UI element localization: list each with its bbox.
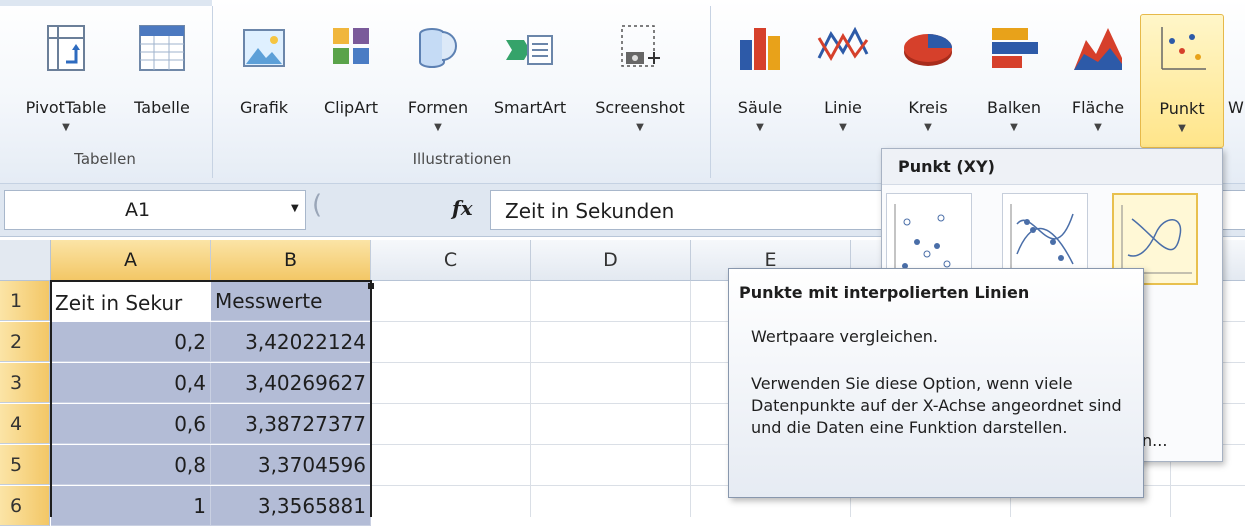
flaeche-button[interactable]: Fläche ▼	[1058, 14, 1138, 146]
linie-label: Linie	[824, 98, 862, 117]
name-box-value: A1	[125, 199, 151, 221]
column-header-b[interactable]: B	[211, 240, 371, 281]
chevron-down-icon: ▼	[1010, 122, 1018, 133]
smartart-button[interactable]: SmartArt	[482, 14, 578, 146]
formen-button[interactable]: Formen ▼	[396, 14, 480, 146]
clipart-button[interactable]: ClipArt	[308, 14, 394, 146]
linie-button[interactable]: Linie ▼	[804, 14, 882, 146]
group-label-tabellen: Tabellen	[74, 150, 136, 168]
fx-icon[interactable]: fx	[452, 196, 473, 220]
row-header-3[interactable]: 3	[0, 363, 50, 403]
chevron-down-icon: ▼	[62, 122, 70, 133]
row-header-5[interactable]: 5	[0, 445, 50, 485]
saeule-label: Säule	[737, 98, 783, 117]
grafik-label: Grafik	[239, 98, 289, 117]
pivottable-icon	[47, 25, 85, 71]
chevron-down-icon: ▼	[756, 122, 764, 133]
picture-icon	[243, 29, 285, 67]
smartart-icon	[506, 35, 553, 65]
chevron-down-icon: ▼	[636, 122, 644, 133]
column-header-d[interactable]: D	[531, 240, 691, 281]
chevron-down-icon: ▼	[1094, 122, 1102, 133]
tooltip-description: Verwenden Sie diese Option, wenn viele D…	[751, 374, 1122, 437]
flaeche-label: Fläche	[1071, 98, 1125, 117]
punkt-label: Punkt	[1159, 99, 1205, 118]
kreis-button[interactable]: Kreis ▼	[886, 14, 970, 146]
column-chart-icon	[740, 28, 780, 70]
table-icon	[139, 25, 185, 71]
shapes-icon	[419, 28, 457, 68]
tooltip-title: Punkte mit interpolierten Linien	[739, 283, 1030, 302]
formula-content: Zeit in Sekunden	[505, 199, 675, 223]
chevron-down-icon: ▼	[924, 122, 932, 133]
tooltip: Punkte mit interpolierten Linien Wertpaa…	[728, 268, 1144, 498]
selection-border	[50, 280, 372, 517]
ribbon-top-edge	[0, 0, 212, 6]
screenshot-button[interactable]: Screenshot ▼	[580, 14, 700, 146]
screenshot-icon	[621, 25, 660, 67]
group-separator	[710, 6, 711, 178]
tabelle-button[interactable]: Tabelle	[126, 14, 198, 146]
screenshot-label: Screenshot	[595, 98, 685, 117]
smartart-label: SmartArt	[493, 98, 567, 117]
fill-handle[interactable]	[368, 283, 374, 289]
chevron-down-icon: ▼	[434, 122, 442, 133]
row-header-2[interactable]: 2	[0, 322, 50, 362]
bar-chart-icon	[992, 28, 1038, 68]
clipart-icon	[333, 28, 369, 64]
line-chart-icon	[817, 26, 869, 62]
more-scatter-charts-link[interactable]: n...	[1142, 431, 1167, 450]
column-header-c[interactable]: C	[371, 240, 531, 281]
scatter-chart-icon	[1161, 27, 1206, 70]
balken-label: Balken	[987, 98, 1041, 117]
punkt-button[interactable]: Punkt ▼	[1140, 14, 1224, 148]
dropdown-title: Punkt (XY)	[882, 149, 1222, 185]
more-charts-label: W	[1228, 98, 1244, 117]
clipart-label: ClipArt	[323, 98, 378, 117]
collapse-handle-icon[interactable]: (	[312, 190, 322, 220]
area-chart-icon	[1074, 28, 1122, 70]
row-header-1[interactable]: 1	[0, 281, 50, 321]
name-box[interactable]: A1 ▼	[4, 190, 306, 230]
tooltip-summary: Wertpaare vergleichen.	[751, 327, 939, 346]
select-all-corner[interactable]	[0, 240, 51, 281]
row-header-6[interactable]: 6	[0, 486, 50, 526]
formen-label: Formen	[407, 98, 469, 117]
kreis-label: Kreis	[908, 98, 948, 117]
chevron-down-icon: ▼	[839, 122, 847, 133]
balken-button[interactable]: Balken ▼	[972, 14, 1056, 146]
pivottable-button[interactable]: PivotTable ▼	[6, 14, 126, 146]
saeule-button[interactable]: Säule ▼	[722, 14, 798, 146]
column-header-a[interactable]: A	[51, 240, 211, 281]
group-label-illustrationen: Illustrationen	[412, 150, 512, 168]
pivottable-label: PivotTable	[25, 98, 107, 117]
chevron-down-icon: ▼	[1178, 123, 1186, 134]
row-header-4[interactable]: 4	[0, 404, 50, 444]
pie-chart-icon	[904, 34, 952, 66]
grafik-button[interactable]: Grafik	[224, 14, 304, 146]
chevron-down-icon[interactable]: ▼	[291, 203, 299, 214]
tabelle-label: Tabelle	[134, 98, 190, 117]
more-charts-button[interactable]: W	[1226, 14, 1245, 146]
